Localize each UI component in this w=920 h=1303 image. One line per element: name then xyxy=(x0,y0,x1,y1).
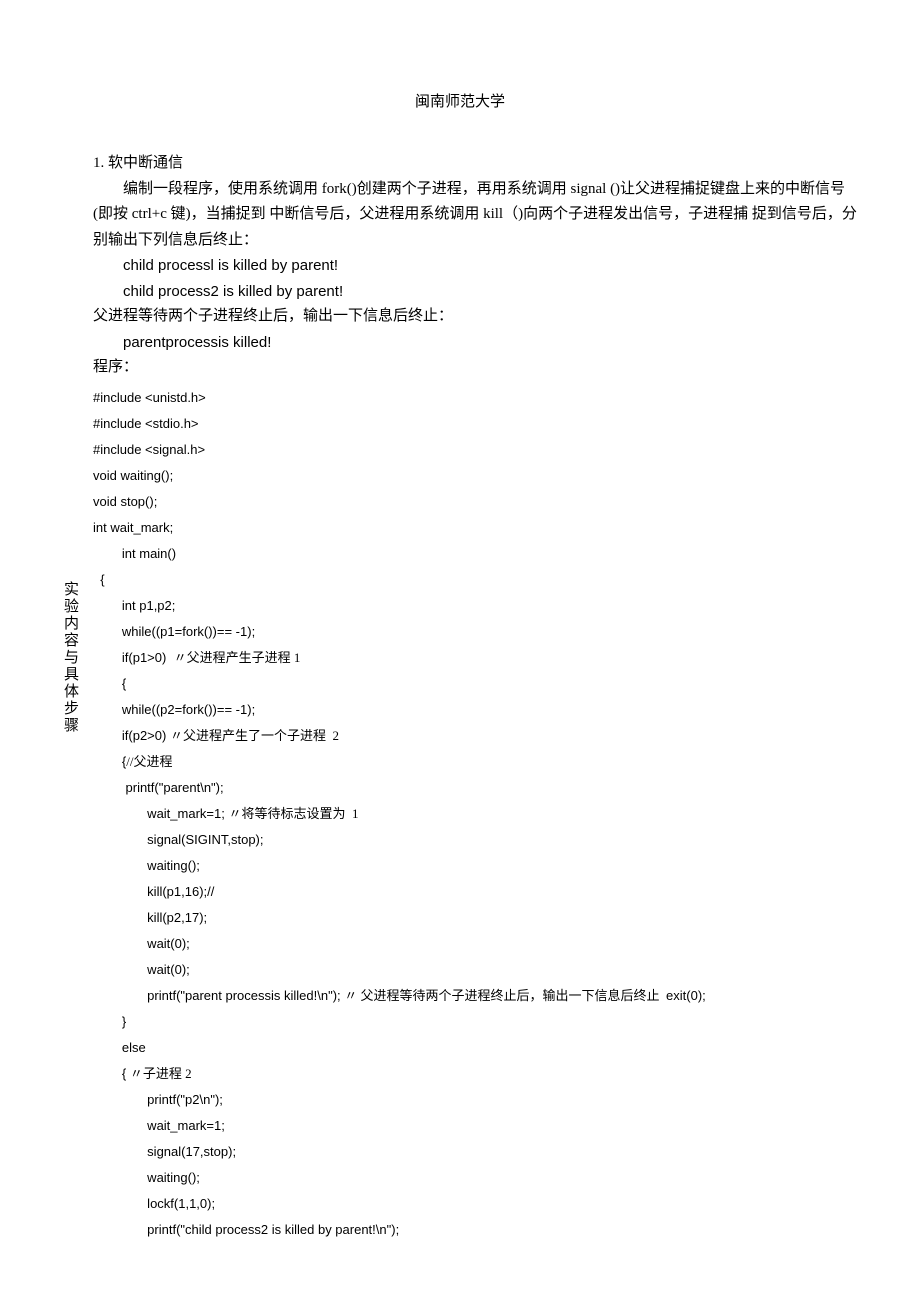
code-line: lockf(1,1,0); xyxy=(93,1196,215,1211)
code-line: #include <signal.h> xyxy=(93,442,205,457)
code-line: kill(p2,17); xyxy=(93,910,207,925)
sidebar-vertical-label: 实验内容与具体步骤 xyxy=(60,151,81,734)
code-line: void waiting(); xyxy=(93,468,173,483)
code-line: wait_mark=1; 〃将等待标志设置为 1 xyxy=(93,806,358,821)
code-line: int main() xyxy=(93,546,176,561)
code-line: while((p1=fork())== -1); xyxy=(93,624,255,639)
output-line-child1: child processl is killed by parent! xyxy=(93,253,860,279)
code-line: signal(SIGINT,stop); xyxy=(93,832,264,847)
code-line: while((p2=fork())== -1); xyxy=(93,702,255,717)
code-line: int wait_mark; xyxy=(93,520,173,535)
code-line: #include <unistd.h> xyxy=(93,390,206,405)
content-wrapper: 实验内容与具体步骤 1. 软中断通信 编制一段程序，使用系统调用 fork()创… xyxy=(60,151,860,1243)
page-header: 闽南师范大学 xyxy=(60,90,860,111)
output-line-parent: parentprocessis killed! xyxy=(93,330,860,356)
code-line: if(p1>0) 〃父进程产生子进程 1 xyxy=(93,650,300,665)
code-line: if(p2>0) 〃父进程产生了一个子进程 2 xyxy=(93,728,339,743)
code-line: kill(p1,16);// xyxy=(93,884,214,899)
code-line: waiting(); xyxy=(93,858,200,873)
code-line: wait(0); xyxy=(93,962,190,977)
section-title: 1. 软中断通信 xyxy=(93,151,860,177)
paragraph-1: 编制一段程序，使用系统调用 fork()创建两个子进程，再用系统调用 signa… xyxy=(93,177,860,254)
code-line: { xyxy=(93,676,126,691)
main-content: 1. 软中断通信 编制一段程序，使用系统调用 fork()创建两个子进程，再用系… xyxy=(93,151,860,1243)
code-line: void stop(); xyxy=(93,494,157,509)
paragraph-2: 父进程等待两个子进程终止后，输出一下信息后终止： xyxy=(93,304,860,330)
code-line: {//父进程 xyxy=(93,754,172,769)
document-page: 闽南师范大学 实验内容与具体步骤 1. 软中断通信 编制一段程序，使用系统调用 … xyxy=(0,0,920,1283)
code-block: #include <unistd.h> #include <stdio.h> #… xyxy=(93,385,860,1243)
code-line: { 〃子进程 2 xyxy=(93,1066,192,1081)
code-line: printf("p2\n"); xyxy=(93,1092,223,1107)
code-line: waiting(); xyxy=(93,1170,200,1185)
code-line: } xyxy=(93,1014,126,1029)
code-line: int p1,p2; xyxy=(93,598,175,613)
code-line: printf("parent processis killed!\n"); 〃 … xyxy=(93,988,706,1003)
code-line: else xyxy=(93,1040,146,1055)
code-line: printf("child process2 is killed by pare… xyxy=(93,1222,399,1237)
code-line: { xyxy=(93,572,105,587)
program-label: 程序： xyxy=(93,355,860,381)
code-line: printf("parent\n"); xyxy=(93,780,224,795)
code-line: wait(0); xyxy=(93,936,190,951)
output-line-child2: child process2 is killed by parent! xyxy=(93,279,860,305)
code-line: signal(17,stop); xyxy=(93,1144,236,1159)
code-line: #include <stdio.h> xyxy=(93,416,199,431)
code-line: wait_mark=1; xyxy=(93,1118,225,1133)
